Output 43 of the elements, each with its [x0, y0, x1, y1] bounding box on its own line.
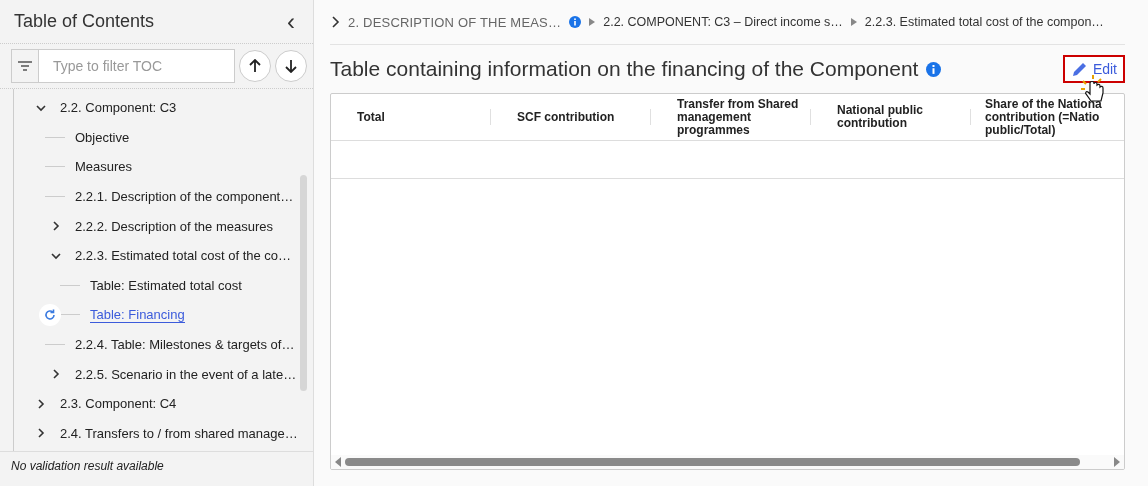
toc-item[interactable]: Table: Estimated total cost — [90, 277, 242, 293]
chevron-down-icon[interactable] — [51, 250, 61, 261]
chevron-right-icon[interactable] — [36, 428, 46, 439]
toc-item[interactable]: 2.2. Component: C3 — [60, 100, 177, 116]
next-button[interactable] — [275, 50, 307, 82]
arrow-down-icon — [285, 59, 297, 73]
toc-item[interactable]: 2.4. Transfers to / from shared manage… — [60, 425, 298, 441]
column-header: Share of the Nationa contribution (=Natio public/Total) — [984, 95, 1103, 139]
toc-item[interactable]: 2.2.5. Scenario in the event of a late… — [75, 366, 297, 382]
toc-item[interactable]: Measures — [75, 159, 133, 175]
toc-item[interactable]: Objective — [75, 129, 130, 145]
breadcrumb-link[interactable]: 2.2.3. Estimated total cost of the compon… — [864, 15, 1104, 29]
toc-item[interactable]: 2.2.3. Estimated total cost of the co… — [75, 248, 292, 264]
chevron-down-icon[interactable] — [36, 102, 46, 113]
chevron-right-icon[interactable] — [332, 16, 340, 28]
toc-item[interactable]: Table: Financing — [90, 306, 185, 323]
toc-item[interactable]: 2.2.4. Table: Milestones & targets of… — [75, 337, 295, 353]
previous-button[interactable] — [239, 50, 271, 82]
refresh-icon — [43, 307, 57, 322]
filter-icon — [17, 61, 32, 71]
collapse-button[interactable]: ‹ — [283, 11, 299, 32]
breadcrumb-link[interactable]: 2.2. COMPONENT: C3 – Direct income s… — [603, 15, 843, 29]
chevron-right-icon[interactable] — [51, 369, 61, 380]
horizontal-scrollbar[interactable] — [345, 458, 1080, 466]
chevron-right-icon[interactable] — [51, 221, 61, 232]
page-heading: Table containing information on the financing of the Component — [330, 57, 919, 81]
toc-item[interactable]: 2.2.1. Description of the component… — [75, 189, 294, 205]
info-icon[interactable] — [569, 16, 582, 28]
chevron-right-icon[interactable] — [36, 398, 46, 409]
caret-right-icon — [850, 18, 857, 26]
panel-title: Table of Contents — [14, 11, 155, 32]
breadcrumb-link[interactable]: 2. DESCRIPTION OF THE MEAS… — [348, 14, 562, 30]
caret-right-icon — [589, 18, 596, 26]
scroll-right-icon[interactable] — [1114, 457, 1120, 467]
scroll-left-icon[interactable] — [335, 457, 341, 467]
toc-item[interactable]: 2.3. Component: C4 — [60, 396, 177, 412]
info-icon[interactable] — [926, 61, 942, 77]
arrow-up-icon — [249, 59, 261, 73]
filter-field[interactable]: Type to filter TOC — [38, 49, 235, 83]
pencil-icon — [1070, 60, 1089, 78]
scrollbar[interactable] — [300, 175, 307, 391]
toc-item[interactable]: 2.2.2. Description of the measures — [75, 218, 273, 234]
status-text: No validation result available — [10, 458, 165, 475]
